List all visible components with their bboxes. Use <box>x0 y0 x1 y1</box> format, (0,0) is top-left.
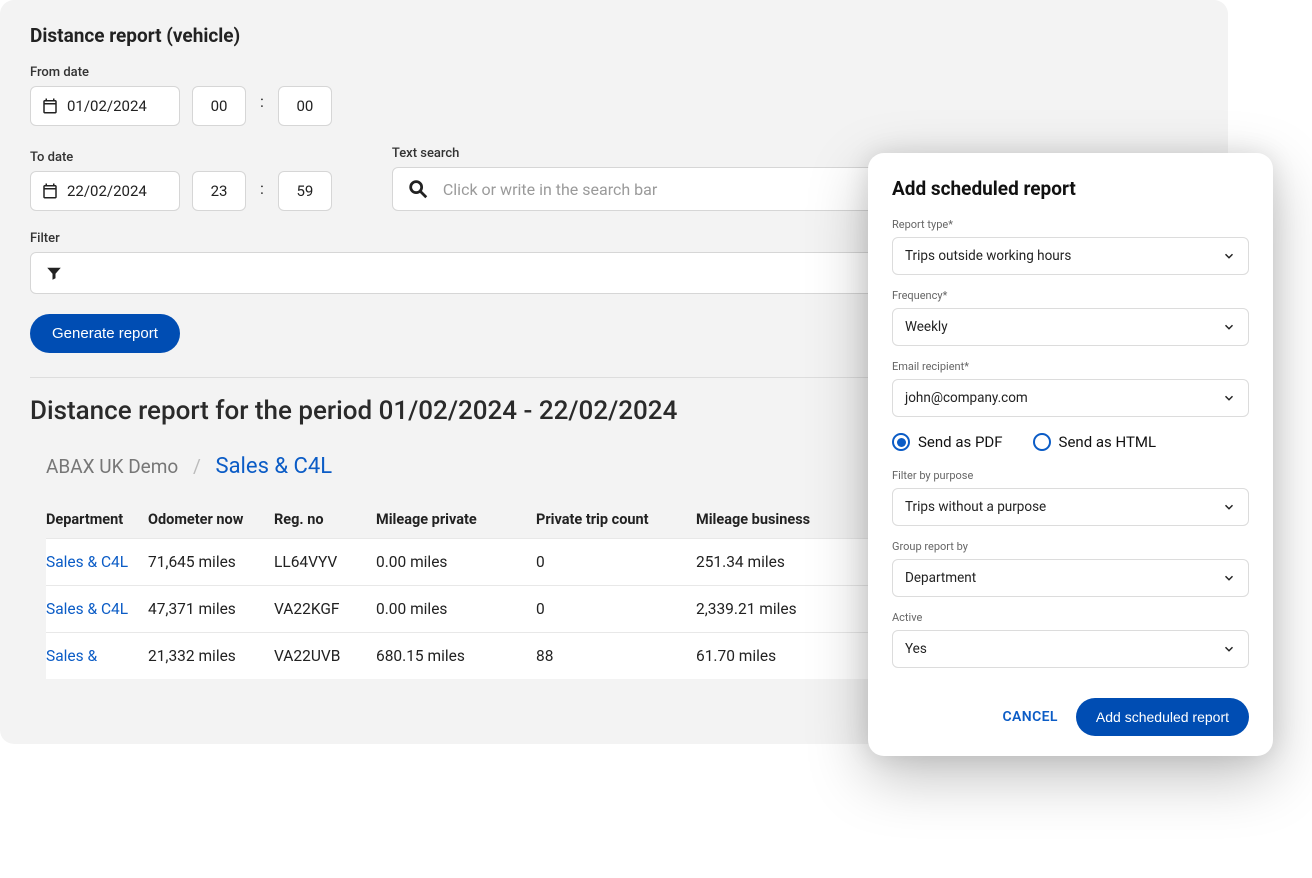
col-department: Department <box>46 511 148 528</box>
from-date-input[interactable]: 01/02/2024 <box>30 86 180 126</box>
to-hour-input[interactable]: 23 <box>192 171 246 211</box>
dialog-title: Add scheduled report <box>892 177 1249 200</box>
col-regno: Reg. no <box>274 511 376 528</box>
cell-mileage-private: 680.15 miles <box>376 647 536 665</box>
filter-icon <box>45 264 63 282</box>
page-title: Distance report (vehicle) <box>30 24 1198 47</box>
col-private-trip-count: Private trip count <box>536 511 696 528</box>
cell-department[interactable]: Sales & <box>46 647 148 665</box>
time-colon: : <box>258 92 266 117</box>
chevron-down-icon <box>1222 391 1236 405</box>
filter-by-purpose-label: Filter by purpose <box>892 469 1249 482</box>
cell-mileage-business: 2,339.21 miles <box>696 600 866 618</box>
to-minute-input[interactable]: 59 <box>278 171 332 211</box>
to-date-label: To date <box>30 150 332 165</box>
cell-mileage-business: 61.70 miles <box>696 647 866 665</box>
email-recipient-select[interactable]: john@company.com <box>892 379 1249 417</box>
cell-mileage-private: 0.00 miles <box>376 600 536 618</box>
frequency-label: Frequency* <box>892 289 1249 302</box>
cell-department[interactable]: Sales & C4L <box>46 600 148 618</box>
breadcrumb-separator: / <box>183 455 211 478</box>
breadcrumb-leaf[interactable]: Sales & C4L <box>216 454 333 479</box>
col-mileage-private: Mileage private <box>376 511 536 528</box>
from-date-label: From date <box>30 65 180 80</box>
chevron-down-icon <box>1222 249 1236 263</box>
group-report-by-label: Group report by <box>892 540 1249 553</box>
cell-odometer: 21,332 miles <box>148 647 274 665</box>
cell-mileage-business: 251.34 miles <box>696 553 866 571</box>
chevron-down-icon <box>1222 571 1236 585</box>
report-type-select[interactable]: Trips outside working hours <box>892 237 1249 275</box>
col-odometer: Odometer now <box>148 511 274 528</box>
radio-selected-icon <box>892 433 910 451</box>
to-date-value: 22/02/2024 <box>67 182 147 200</box>
cell-regno: VA22UVB <box>274 647 376 665</box>
calendar-icon <box>41 182 59 200</box>
generate-report-button[interactable]: Generate report <box>30 314 180 353</box>
cell-regno: VA22KGF <box>274 600 376 618</box>
chevron-down-icon <box>1222 642 1236 656</box>
frequency-select[interactable]: Weekly <box>892 308 1249 346</box>
cell-regno: LL64VYV <box>274 553 376 571</box>
group-report-by-select[interactable]: Department <box>892 559 1249 597</box>
chevron-down-icon <box>1222 320 1236 334</box>
time-colon: : <box>258 179 266 204</box>
to-date-input[interactable]: 22/02/2024 <box>30 171 180 211</box>
cell-mileage-private: 0.00 miles <box>376 553 536 571</box>
chevron-down-icon <box>1222 500 1236 514</box>
search-placeholder: Click or write in the search bar <box>443 180 657 199</box>
cancel-button[interactable]: CANCEL <box>1002 709 1057 725</box>
cell-odometer: 71,645 miles <box>148 553 274 571</box>
cell-private-trip-count: 88 <box>536 647 696 665</box>
from-hour-input[interactable]: 00 <box>192 86 246 126</box>
active-select[interactable]: Yes <box>892 630 1249 668</box>
filter-by-purpose-select[interactable]: Trips without a purpose <box>892 488 1249 526</box>
send-as-pdf-radio[interactable]: Send as PDF <box>892 433 1003 451</box>
col-mileage-business: Mileage business <box>696 511 866 528</box>
send-as-html-radio[interactable]: Send as HTML <box>1033 433 1157 451</box>
email-recipient-label: Email recipient* <box>892 360 1249 373</box>
active-label: Active <box>892 611 1249 624</box>
cell-department[interactable]: Sales & C4L <box>46 553 148 571</box>
cell-odometer: 47,371 miles <box>148 600 274 618</box>
calendar-icon <box>41 97 59 115</box>
add-scheduled-report-dialog: Add scheduled report Report type* Trips … <box>868 153 1273 756</box>
breadcrumb-root[interactable]: ABAX UK Demo <box>46 455 178 478</box>
radio-unselected-icon <box>1033 433 1051 451</box>
add-scheduled-report-button[interactable]: Add scheduled report <box>1076 698 1249 736</box>
from-minute-input[interactable]: 00 <box>278 86 332 126</box>
cell-private-trip-count: 0 <box>536 600 696 618</box>
report-type-label: Report type* <box>892 218 1249 231</box>
from-date-value: 01/02/2024 <box>67 97 147 115</box>
cell-private-trip-count: 0 <box>536 553 696 571</box>
search-icon <box>407 178 429 200</box>
